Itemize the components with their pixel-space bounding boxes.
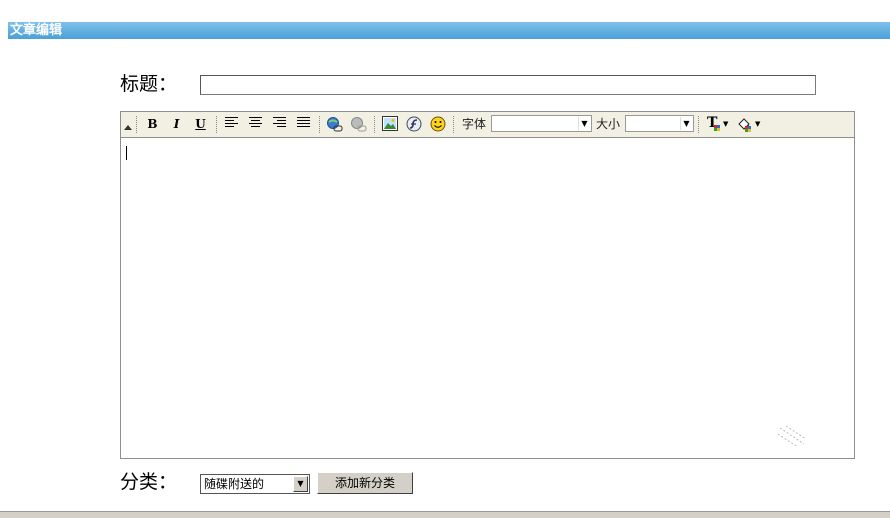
dropdown-arrow-icon: ▼: [680, 117, 692, 130]
add-category-button[interactable]: 添加新分类: [317, 472, 413, 494]
align-center-icon[interactable]: [247, 116, 264, 133]
toolbar-separator: [319, 116, 322, 133]
resize-grip-icon[interactable]: [778, 424, 808, 446]
text-color-icon: T: [706, 115, 722, 133]
title-label: 标题：: [120, 73, 178, 95]
toolbar-separator: [136, 116, 139, 133]
link-icon[interactable]: [326, 116, 343, 133]
bold-button[interactable]: B: [144, 116, 161, 133]
image-icon[interactable]: [381, 116, 398, 133]
text-color-button[interactable]: T ▼: [706, 115, 732, 133]
align-justify-icon[interactable]: [295, 116, 312, 133]
toolbar-separator: [453, 116, 456, 133]
category-select[interactable]: 随碟附送的 ▼: [200, 474, 310, 494]
font-select[interactable]: ▼: [491, 115, 592, 132]
toolbar-collapse-icon[interactable]: [124, 125, 132, 130]
toolbar-separator: [216, 116, 219, 133]
italic-button[interactable]: I: [168, 116, 185, 133]
rich-text-editor: B I U 字体 ▼ 大小 ▼ T ▼ ▼: [120, 111, 855, 459]
emoticon-icon[interactable]: [429, 116, 446, 133]
font-label: 字体: [462, 117, 487, 131]
underline-button[interactable]: U: [192, 116, 209, 133]
size-label: 大小: [596, 117, 621, 131]
dropdown-arrow-icon: ▼: [578, 117, 590, 130]
toolbar-separator: [698, 116, 701, 133]
align-right-icon[interactable]: [271, 116, 288, 133]
title-input[interactable]: [200, 75, 816, 95]
page-title: 文章编辑: [10, 23, 63, 38]
align-left-icon[interactable]: [223, 116, 240, 133]
toolbar-separator: [374, 116, 377, 133]
chevron-down-icon: ▼: [755, 120, 761, 128]
category-label: 分类：: [120, 471, 178, 493]
editor-toolbar: B I U 字体 ▼ 大小 ▼ T ▼ ▼: [121, 112, 854, 138]
category-value: 随碟附送的: [204, 477, 265, 491]
dropdown-arrow-icon[interactable]: ▼: [293, 476, 308, 492]
header-bar: 文章编辑: [8, 22, 890, 39]
unlink-icon[interactable]: [350, 116, 367, 133]
text-caret: [126, 146, 127, 160]
background-color-icon: [738, 118, 751, 132]
chevron-down-icon: ▼: [723, 120, 729, 128]
size-select[interactable]: ▼: [625, 115, 694, 132]
flash-icon[interactable]: [405, 116, 422, 133]
background-color-button[interactable]: ▼: [737, 116, 763, 133]
editor-content-area[interactable]: [121, 138, 854, 458]
